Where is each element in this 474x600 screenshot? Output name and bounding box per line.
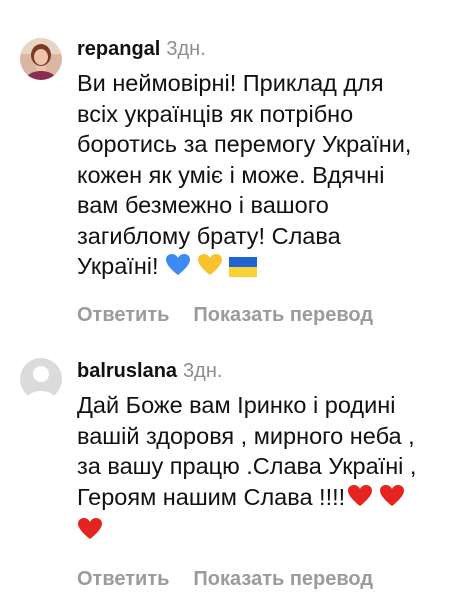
username[interactable]: balruslana <box>77 360 177 382</box>
comment-text-line: Україні! <box>77 253 159 279</box>
avatar[interactable] <box>20 358 62 400</box>
comment-text-line: вам безмежно і вашого <box>77 192 329 218</box>
username[interactable]: repangal <box>77 38 160 60</box>
reply-button[interactable]: Ответить <box>77 304 169 326</box>
comment-text-line-last: Україні! <box>77 251 466 285</box>
comment-body: repangal 3дн. Ви неймовірні! Приклад для … <box>77 36 466 327</box>
reply-button[interactable]: Ответить <box>77 568 169 590</box>
timestamp: 3дн. <box>183 360 223 382</box>
comment-item: repangal 3дн. Ви неймовірні! Приклад для … <box>0 0 474 330</box>
comment-text-line: вашій здоровя , мирного неба , <box>77 422 415 449</box>
red-heart-icon <box>379 484 405 516</box>
ukraine-flag-icon <box>228 254 257 285</box>
user-photo-icon <box>20 38 62 80</box>
comment-text: Ви неймовірні! Приклад для всіх українці… <box>77 68 466 285</box>
comment-text-line: Ви неймовірні! Приклад для <box>77 70 384 96</box>
comment-text-line-with-emoji: Героям нашим Слава !!!! <box>77 482 466 516</box>
avatar[interactable] <box>20 38 62 80</box>
blue-heart-icon <box>165 253 191 285</box>
red-heart-icon <box>347 484 373 516</box>
comment-text-line-emoji-only <box>77 515 466 549</box>
red-heart-icon <box>77 517 103 549</box>
comment-text-line: загиблому брату! Слава <box>77 222 341 249</box>
comment-text-line: Дай Боже вам Іринко і родині <box>77 392 396 418</box>
comment-body: balruslana 3дн. Дай Боже вам Іринко і род… <box>77 358 466 591</box>
comment-text-line: боротись за перемогу України, <box>77 131 412 157</box>
comment-item: balruslana 3дн. Дай Боже вам Іринко і род… <box>0 330 474 600</box>
comment-actions: Ответить Показать перевод <box>77 568 466 591</box>
translate-button[interactable]: Показать перевод <box>193 304 373 326</box>
comment-text: Дай Боже вам Іринко і родині вашій здоро… <box>77 390 466 549</box>
default-avatar-icon <box>20 358 62 400</box>
timestamp: 3дн. <box>166 38 206 60</box>
comment-text-line: Героям нашим Слава !!!! <box>77 483 346 510</box>
yellow-heart-icon <box>197 253 223 285</box>
comment-text-line: за вашу працю .Слава Україні , <box>77 453 417 479</box>
comment-text-line: всіх українців як потрібно <box>77 100 354 127</box>
comment-header: balruslana 3дн. <box>77 358 466 384</box>
comment-actions: Ответить Показать перевод <box>77 304 466 327</box>
translate-button[interactable]: Показать перевод <box>193 568 373 590</box>
comment-text-line: кожен як уміє і може. Вдячні <box>77 161 385 188</box>
comment-header: repangal 3дн. <box>77 36 466 62</box>
